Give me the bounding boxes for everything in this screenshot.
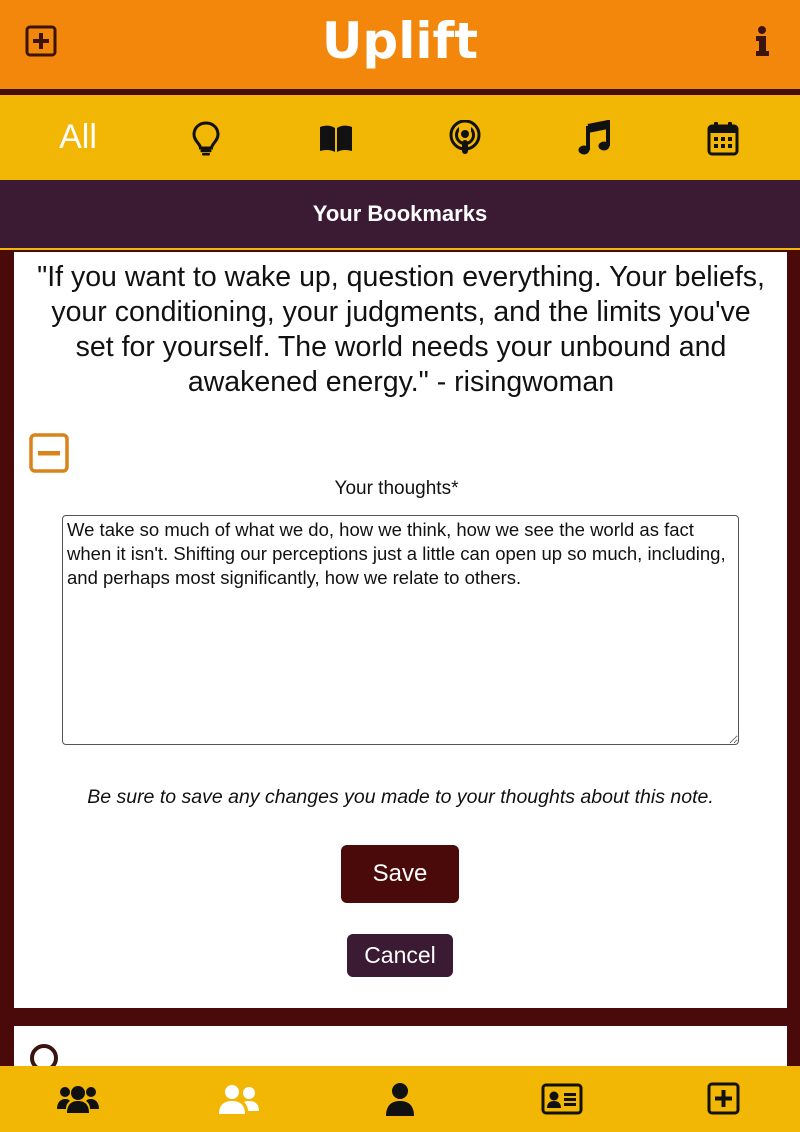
collapse-button[interactable] xyxy=(29,433,69,473)
nav-community[interactable] xyxy=(33,1066,123,1132)
users-icon xyxy=(57,1086,99,1113)
bookmark-card: "If you want to wake up, question everyt… xyxy=(14,252,787,1008)
category-bar: All xyxy=(0,95,800,180)
bottom-nav xyxy=(0,1066,800,1132)
id-card-icon xyxy=(541,1083,583,1115)
user-icon xyxy=(386,1083,414,1116)
category-podcasts-tab[interactable] xyxy=(420,95,510,180)
save-button[interactable]: Save xyxy=(341,845,459,903)
nav-profile[interactable] xyxy=(355,1066,445,1132)
save-reminder-text: Be sure to save any changes you made to … xyxy=(87,786,714,808)
category-events-tab[interactable] xyxy=(678,95,768,180)
cancel-button[interactable]: Cancel xyxy=(347,934,453,977)
thoughts-label: Your thoughts* xyxy=(334,478,459,499)
minus-square-icon xyxy=(29,433,69,473)
category-books-tab[interactable] xyxy=(291,95,381,180)
plus-square-icon xyxy=(707,1082,740,1115)
calendar-icon xyxy=(707,121,739,155)
nav-add[interactable] xyxy=(678,1066,768,1132)
nav-friends[interactable] xyxy=(194,1066,284,1132)
music-icon xyxy=(578,119,610,154)
category-all-tab[interactable]: All xyxy=(33,95,123,180)
info-icon xyxy=(756,26,769,56)
app-logo: Uplift xyxy=(321,12,479,70)
user-friends-icon xyxy=(219,1085,259,1114)
page-title: Your Bookmarks xyxy=(0,180,800,250)
app-header: Uplift xyxy=(0,0,800,92)
nav-contact-card[interactable] xyxy=(517,1066,607,1132)
lightbulb-icon xyxy=(192,120,220,155)
info-button[interactable] xyxy=(748,24,782,58)
category-ideas-tab[interactable] xyxy=(161,95,251,180)
category-music-tab[interactable] xyxy=(549,95,639,180)
podcast-icon xyxy=(449,119,481,154)
thoughts-textarea[interactable] xyxy=(62,515,739,745)
book-icon xyxy=(320,125,352,152)
bookmark-quote: "If you want to wake up, question everyt… xyxy=(37,261,765,398)
